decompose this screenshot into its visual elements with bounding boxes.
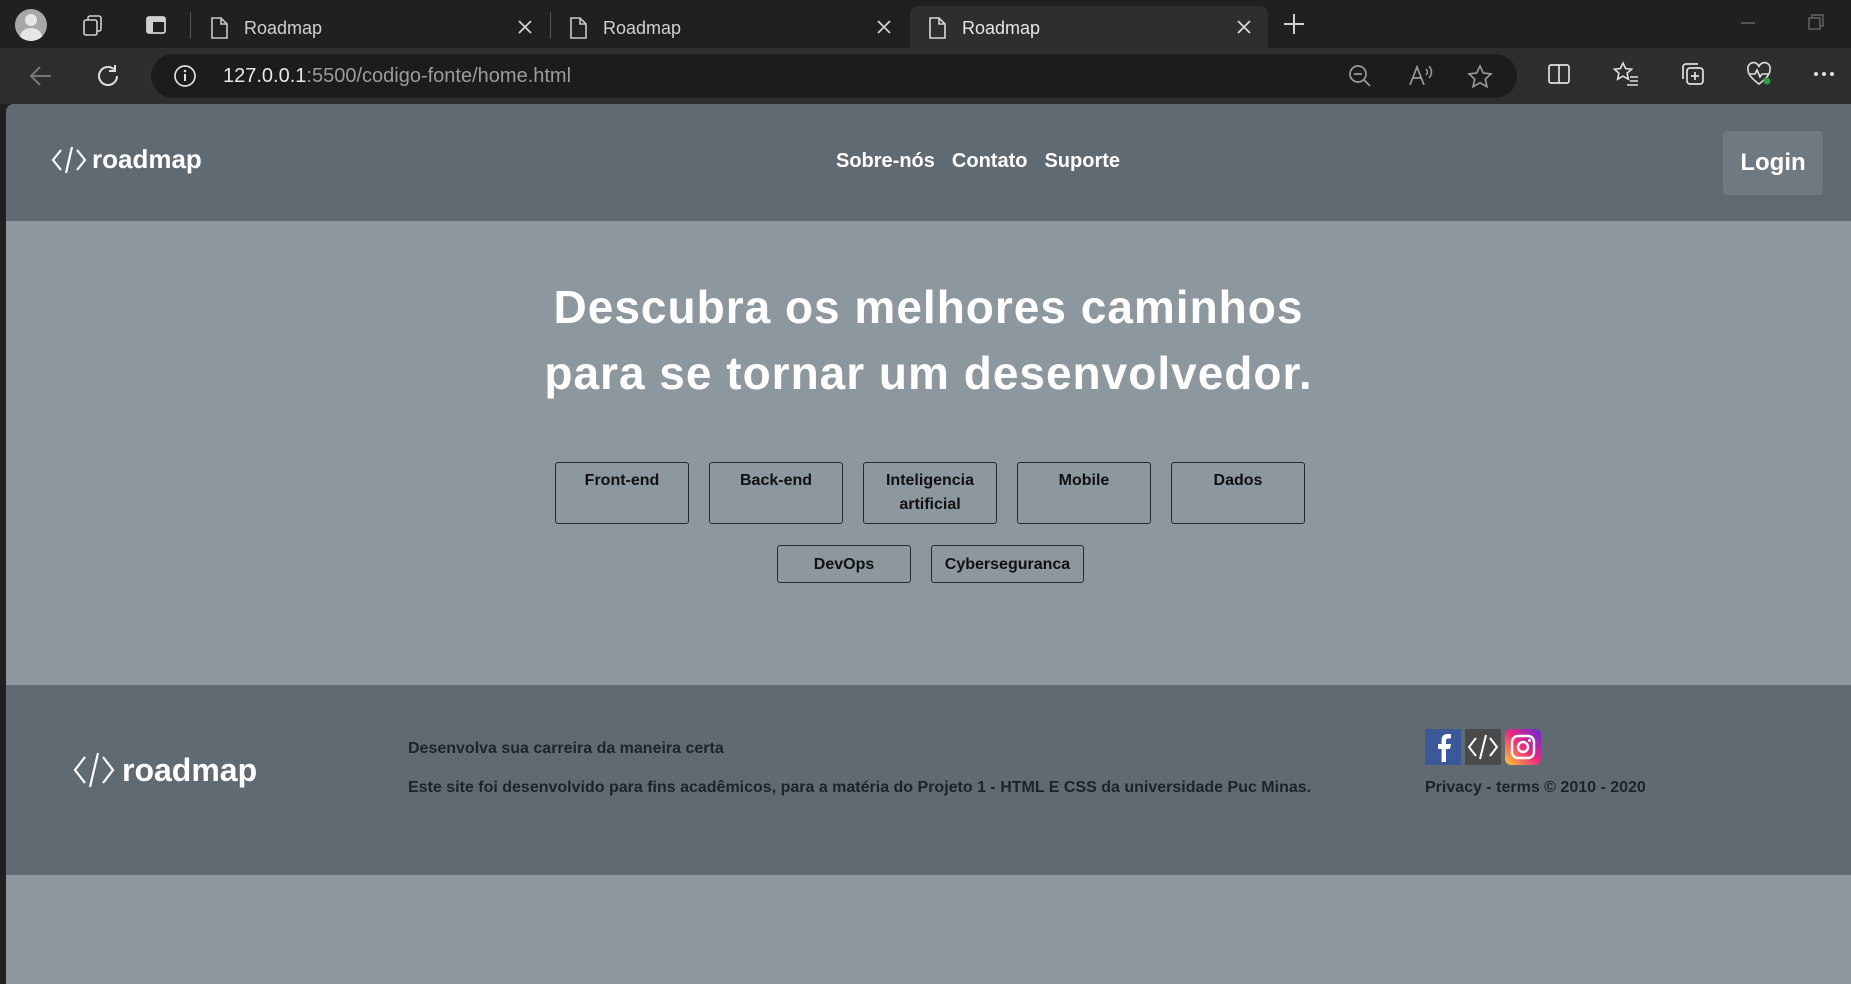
path-label: Front-end xyxy=(584,472,660,489)
url-text[interactable]: 127.0.0.1:5500/codigo-fonte/home.html xyxy=(223,65,571,88)
path-button-inteligencia-artificial[interactable]: Inteligencia artificial xyxy=(863,462,997,524)
zoom-out-icon[interactable] xyxy=(1347,63,1373,94)
tab-actions-icon[interactable] xyxy=(139,8,173,42)
close-icon[interactable] xyxy=(515,17,535,42)
path-button-mobile[interactable]: Mobile xyxy=(1017,462,1151,524)
workspaces-icon[interactable] xyxy=(76,8,110,42)
path-label-line-2: artificial xyxy=(899,496,961,513)
site-footer: roadmap Desenvolva sua carreira da manei… xyxy=(6,685,1851,875)
hero-title-line-2: para se tornar um desenvolvedor. xyxy=(544,347,1313,399)
path-button-devops[interactable]: DevOps xyxy=(777,545,911,583)
roadmap-icon[interactable] xyxy=(1465,729,1501,765)
restore-icon[interactable] xyxy=(1806,12,1826,37)
profile-avatar-icon[interactable] xyxy=(14,8,48,42)
nav-link-contato[interactable]: Contato xyxy=(952,150,1028,173)
browser-tab-bar: Roadmap Roadmap Roadmap xyxy=(0,0,1851,48)
close-icon[interactable] xyxy=(874,17,894,42)
close-icon[interactable] xyxy=(1234,17,1254,42)
info-icon[interactable] xyxy=(173,64,197,93)
tab-separator xyxy=(190,12,191,38)
code-brackets-icon xyxy=(73,752,115,788)
main-nav: Sobre-nós Contato Suporte xyxy=(836,150,1120,173)
new-tab-icon[interactable] xyxy=(1280,10,1308,38)
footer-logo[interactable]: roadmap xyxy=(72,751,257,789)
tab-2[interactable]: Roadmap xyxy=(551,6,908,48)
path-label: Mobile xyxy=(1058,472,1110,489)
footer-tagline: Desenvolva sua carreira da maneira certa xyxy=(408,740,724,757)
path-label: DevOps xyxy=(813,556,875,573)
path-button-back-end[interactable]: Back-end xyxy=(709,462,843,524)
favorites-icon[interactable] xyxy=(1612,60,1640,93)
site-header: roadmap Sobre-nós Contato Suporte Login xyxy=(6,104,1851,221)
read-aloud-icon[interactable] xyxy=(1407,63,1435,94)
path-label: Inteligencia xyxy=(885,472,975,489)
hero-title: Descubra os melhores caminhos para se to… xyxy=(6,274,1851,406)
hero-title-line-1: Descubra os melhores caminhos xyxy=(553,281,1304,333)
tab-title: Roadmap xyxy=(244,18,323,38)
code-brackets-icon xyxy=(51,146,87,173)
page-icon xyxy=(928,17,946,44)
tab-title: Roadmap xyxy=(962,18,1041,38)
url-host: 127.0.0.1 xyxy=(223,65,307,87)
collections-icon[interactable] xyxy=(1679,60,1707,93)
tab-title: Roadmap xyxy=(603,18,682,38)
minimize-icon[interactable] xyxy=(1738,12,1758,37)
footer-legal[interactable]: Privacy - terms © 2010 - 2020 xyxy=(1425,779,1646,797)
nav-link-sobre-nos[interactable]: Sobre-nós xyxy=(836,150,935,173)
refresh-icon[interactable] xyxy=(92,60,124,92)
login-button[interactable]: Login xyxy=(1723,131,1823,195)
path-button-dados[interactable]: Dados xyxy=(1171,462,1305,524)
split-screen-icon[interactable] xyxy=(1545,60,1573,93)
nav-link-suporte[interactable]: Suporte xyxy=(1044,150,1120,173)
logo-text: roadmap xyxy=(92,144,202,174)
instagram-icon[interactable] xyxy=(1505,729,1541,765)
logo-text: roadmap xyxy=(122,751,258,788)
path-label: Dados xyxy=(1213,472,1263,489)
path-label: Back-end xyxy=(739,472,813,489)
path-label: Cyberseguranca xyxy=(944,556,1071,573)
address-bar[interactable]: 127.0.0.1:5500/codigo-fonte/home.html xyxy=(151,54,1517,98)
tab-1[interactable]: Roadmap xyxy=(192,6,549,48)
page-icon xyxy=(569,17,587,44)
path-button-cyberseguranca[interactable]: Cyberseguranca xyxy=(931,545,1084,583)
tab-3-active[interactable]: Roadmap xyxy=(910,6,1268,48)
back-icon[interactable] xyxy=(25,60,57,92)
path-button-front-end[interactable]: Front-end xyxy=(555,462,689,524)
url-path: :5500/codigo-fonte/home.html xyxy=(306,65,572,87)
browser-essentials-icon[interactable] xyxy=(1745,60,1773,93)
more-icon[interactable] xyxy=(1812,60,1836,93)
page-icon xyxy=(210,17,228,44)
footer-description: Este site foi desenvolvido para fins aca… xyxy=(408,779,1312,796)
social-links xyxy=(1425,729,1541,765)
header-logo[interactable]: roadmap xyxy=(50,144,202,175)
browser-toolbar: 127.0.0.1:5500/codigo-fonte/home.html xyxy=(0,48,1851,104)
facebook-icon[interactable] xyxy=(1425,729,1461,765)
page-viewport: roadmap Sobre-nós Contato Suporte Login … xyxy=(6,104,1851,984)
favorite-star-icon[interactable] xyxy=(1466,63,1494,96)
